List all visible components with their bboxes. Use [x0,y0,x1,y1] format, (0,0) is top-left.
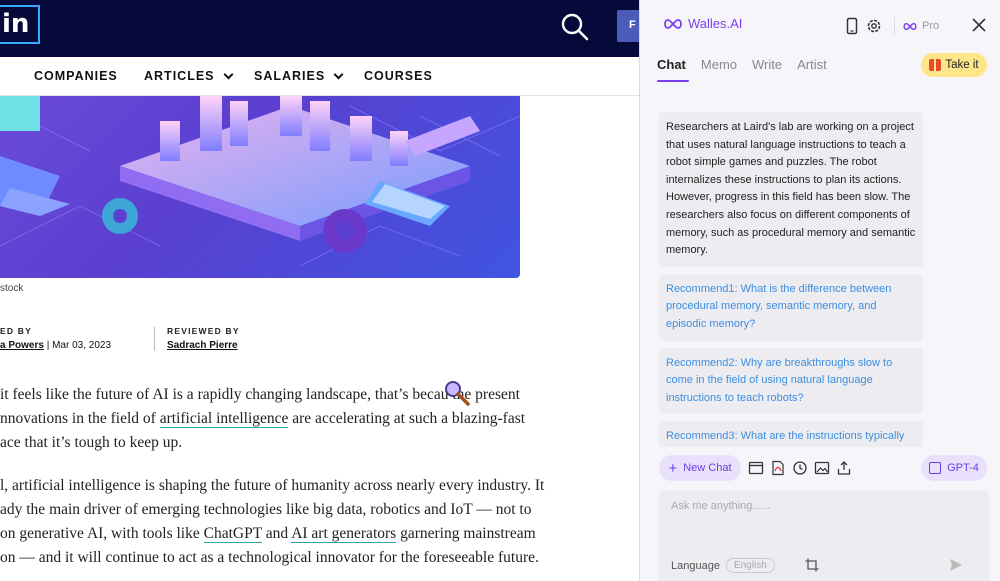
panel-tabs: Chat Memo Write Artist [657,57,842,82]
chat-input[interactable] [671,500,971,540]
author-link[interactable]: a Powers [0,340,44,351]
checkbox-icon [929,462,942,474]
model-selector[interactable]: GPT-4 [921,455,987,481]
share-icon[interactable] [836,460,852,476]
tab-memo[interactable]: Memo [701,57,737,80]
pdf-icon[interactable] [770,460,786,476]
panel-header: Walles.AI Pro Chat Memo Write Artist Tak… [640,0,1000,96]
gear-icon[interactable] [865,17,883,35]
byline-reviewed: REVIEWED BY Sadrach Pierre [167,326,240,351]
nav-item-courses[interactable]: COURSES [364,69,433,83]
byline-written: ED BY a Powers | Mar 03, 2023 [0,326,112,351]
publish-date: | Mar 03, 2023 [43,340,112,351]
image-caption: stock [0,283,24,294]
nav-item-companies[interactable]: COMPANIES [34,69,118,83]
infinity-logo-icon [664,18,682,29]
summary-message: Researchers at Laird's lab are working o… [659,112,923,267]
isometric-tech-illustration [0,96,520,267]
take-it-button[interactable]: Take it [921,53,987,77]
chat-toolbar: + New Chat GPT-4 [659,455,989,481]
tab-write[interactable]: Write [752,57,782,80]
site-logo[interactable]: in [0,5,40,44]
recommend-question[interactable]: Recommend2: Why are breakthroughs slow t… [659,347,923,415]
recommend-question[interactable]: Recommend1: What is the difference betwe… [659,273,923,341]
image-icon[interactable] [814,460,830,476]
article-paragraph: l, artificial intelligence is shaping th… [0,477,545,566]
site-header: in F [0,0,640,57]
nav-item-salaries[interactable]: SALARIES [254,69,344,83]
language-selector[interactable]: Language English [671,558,775,573]
walles-ai-panel: Walles.AI Pro Chat Memo Write Artist Tak… [639,0,1000,581]
article-page: in F COMPANIES ARTICLES SALARIES COURSES [0,0,640,581]
recommend-question[interactable]: Recommend3: What are the instructions ty… [659,421,923,447]
chat-input-area: Language English [659,490,989,581]
link-ai-art-generators[interactable]: AI art generators [291,525,397,543]
close-icon[interactable] [970,16,988,34]
crop-icon[interactable] [805,558,819,572]
byline-divider [154,327,155,351]
reviewer-link[interactable]: Sadrach Pierre [167,340,238,351]
new-chat-button[interactable]: + New Chat [659,455,741,481]
tab-chat[interactable]: Chat [657,57,689,82]
pro-badge[interactable]: Pro [902,16,939,36]
brand: Walles.AI [662,16,742,31]
hero-image [0,96,520,278]
tab-artist[interactable]: Artist [797,57,827,80]
plus-icon: + [668,459,678,477]
magnifier-cursor-icon [445,381,470,406]
gift-icon [929,59,942,71]
browser-window-icon[interactable] [748,460,764,476]
site-nav: COMPANIES ARTICLES SALARIES COURSES [0,57,640,96]
link-artificial-intelligence[interactable]: artificial intelligence [159,410,289,428]
link-chatgpt[interactable]: ChatGPT [203,525,262,543]
language-value: English [725,558,775,573]
chat-messages: Researchers at Laird's lab are working o… [659,112,923,447]
header-cta-button[interactable]: F [617,10,640,42]
search-icon[interactable] [560,12,590,42]
infinity-icon [903,22,917,30]
nav-item-articles[interactable]: ARTICLES [144,69,233,83]
chevron-down-icon [223,69,233,79]
chevron-down-icon [333,69,344,79]
header-divider [894,17,895,35]
screen: in F COMPANIES ARTICLES SALARIES COURSES [0,0,1000,581]
send-icon[interactable] [949,558,963,572]
mobile-phone-icon[interactable] [843,17,861,35]
history-icon[interactable] [792,460,808,476]
